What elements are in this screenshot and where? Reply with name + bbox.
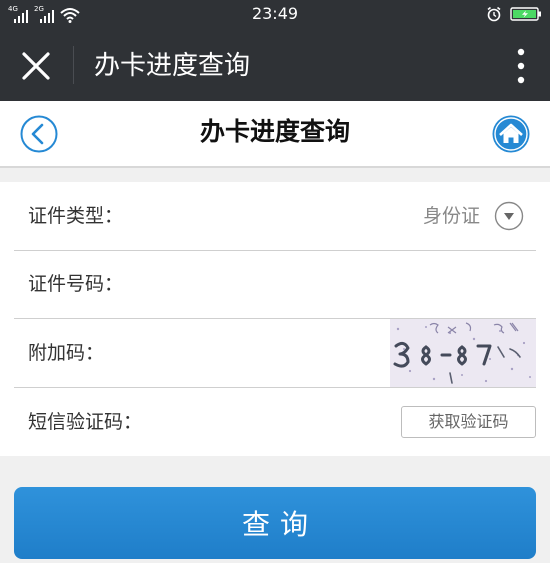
query-button[interactable]: 查询	[14, 487, 536, 559]
sms-code-input[interactable]	[134, 404, 378, 440]
alarm-icon	[487, 6, 501, 22]
form-row-id-type[interactable]: 证件类型： 身份证	[14, 182, 536, 251]
form-row-captcha: 附加码：	[14, 319, 536, 388]
id-number-input[interactable]	[134, 266, 518, 302]
close-icon[interactable]	[18, 48, 54, 84]
app-title-bar: 办卡进度查询	[0, 28, 550, 101]
status-bar: 4G 2G 23:49	[0, 0, 550, 28]
captcha-image[interactable]	[390, 319, 536, 387]
sms-code-label: 短信验证码：	[28, 411, 143, 433]
status-right	[486, 5, 542, 23]
home-icon[interactable]	[491, 114, 531, 154]
id-number-label: 证件号码：	[28, 273, 124, 295]
get-sms-code-button[interactable]: 获取验证码	[401, 406, 536, 438]
title-divider	[73, 46, 74, 84]
status-time: 23:49	[251, 4, 299, 23]
page-header: 办卡进度查询	[0, 101, 550, 168]
query-form: 证件类型： 身份证 证件号码： 附加码： 短信验证码： 获取验证码	[0, 182, 550, 456]
captcha-input[interactable]	[134, 335, 378, 371]
form-row-sms-code: 短信验证码： 获取验证码	[14, 388, 536, 456]
captcha-label: 附加码：	[28, 342, 105, 364]
more-vertical-icon[interactable]	[516, 46, 526, 86]
id-type-label: 证件类型：	[28, 205, 124, 227]
id-type-select[interactable]: 身份证	[423, 202, 480, 230]
form-row-id-number: 证件号码：	[14, 250, 536, 319]
app-title: 办卡进度查询	[94, 51, 251, 81]
battery-charging-icon	[510, 7, 541, 21]
page-title: 办卡进度查询	[199, 117, 350, 146]
chevron-down-circle-icon[interactable]	[494, 201, 524, 231]
